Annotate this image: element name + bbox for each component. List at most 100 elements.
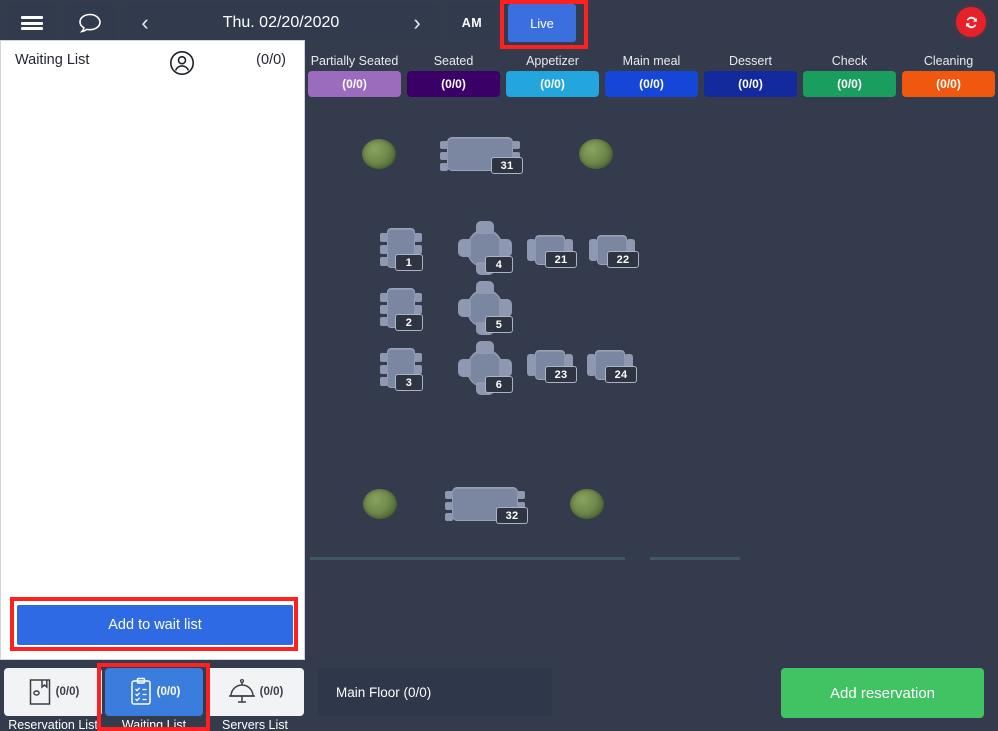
table-chair (499, 239, 512, 257)
nav-servers-list-button[interactable]: (0/0) (206, 668, 304, 716)
floor-table[interactable]: 31 (440, 137, 523, 174)
table-chair (380, 245, 388, 254)
refresh-button[interactable] (956, 7, 988, 39)
table-chair (380, 305, 388, 314)
nav-reservation-list-button[interactable]: (0/0) (4, 668, 102, 716)
table-chair (440, 141, 448, 149)
hamburger-menu-button[interactable] (6, 4, 58, 42)
floor-table[interactable]: 4 (458, 221, 513, 275)
hamburger-icon (21, 14, 43, 33)
status-count-badge: (0/0) (605, 71, 698, 97)
floor-table[interactable]: 2 (380, 288, 423, 331)
table-chair (499, 359, 512, 377)
ampm-toggle-button[interactable]: AM (446, 4, 498, 42)
plant-decoration (363, 489, 397, 519)
table-chair (458, 359, 471, 377)
table-number-badge: 31 (491, 157, 523, 174)
floor-table[interactable]: 22 (589, 235, 639, 268)
waiting-list-count: (0/0) (256, 52, 286, 68)
nav-reservation-list-label: Reservation List (8, 718, 98, 731)
clipboard-icon (130, 677, 151, 705)
table-chair (589, 239, 598, 261)
table-chair (476, 221, 494, 234)
table-chair (512, 141, 520, 149)
prev-day-button[interactable]: ‹ (122, 12, 168, 34)
table-number-badge: 22 (607, 251, 639, 268)
floor-table[interactable]: 21 (527, 235, 577, 268)
floor-table[interactable]: 6 (458, 341, 513, 395)
table-number-badge: 21 (545, 251, 577, 268)
status-check[interactable]: Check (0/0) (800, 46, 899, 97)
nav-waiting-list-button[interactable]: (0/0) (105, 668, 203, 716)
table-number-badge: 23 (545, 366, 577, 383)
status-main-meal[interactable]: Main meal (0/0) (602, 46, 701, 97)
status-label: Partially Seated (310, 54, 399, 68)
table-number-badge: 1 (395, 254, 423, 271)
table-chair (414, 293, 422, 302)
floor-table[interactable]: 24 (587, 350, 637, 383)
status-seated[interactable]: Seated (0/0) (404, 46, 503, 97)
status-count-badge: (0/0) (803, 71, 896, 97)
live-mode-button[interactable]: Live (508, 4, 576, 42)
floor-table[interactable]: 1 (380, 228, 423, 271)
floor-plan-canvas[interactable]: 31 1 4 21 22 2 5 3 6 23 24 32 (305, 102, 998, 660)
table-number-badge: 5 (485, 316, 513, 333)
status-partially-seated[interactable]: Partially Seated (0/0) (305, 46, 404, 97)
table-number-badge: 32 (496, 507, 528, 524)
table-chair (414, 353, 422, 362)
table-chair (440, 152, 448, 160)
bottom-bar: (0/0) Reservation List (0/0) Waiting Lis… (0, 660, 998, 731)
current-date-label[interactable]: Thu. 02/20/2020 (168, 14, 394, 32)
chat-button[interactable] (64, 4, 116, 42)
floor-table[interactable]: 23 (527, 350, 577, 383)
status-appetizer[interactable]: Appetizer (0/0) (503, 46, 602, 97)
table-chair (440, 163, 448, 171)
table-chair (380, 257, 388, 266)
table-chair (476, 281, 494, 294)
table-chair (499, 299, 512, 317)
refresh-sync-icon (965, 16, 977, 28)
waiting-list-items (1, 79, 304, 599)
status-filter-bar: Partially Seated (0/0) Seated (0/0) Appe… (305, 46, 998, 102)
status-label: Main meal (622, 54, 681, 68)
table-chair (380, 377, 388, 386)
table-chair (414, 233, 422, 242)
floor-table[interactable]: 5 (458, 281, 513, 335)
next-day-button[interactable]: › (394, 12, 440, 34)
table-chair (414, 365, 422, 374)
nav-count: (0/0) (55, 686, 80, 698)
status-count-badge: (0/0) (704, 71, 797, 97)
status-dessert[interactable]: Dessert (0/0) (701, 46, 800, 97)
nav-count: (0/0) (156, 686, 181, 698)
nav-count: (0/0) (259, 686, 284, 698)
table-number-badge: 4 (485, 256, 513, 273)
floor-wall (650, 557, 740, 560)
status-count-badge: (0/0) (407, 71, 500, 97)
waiting-list-title: Waiting List (15, 52, 90, 68)
table-chair (414, 305, 422, 314)
table-chair (476, 341, 494, 354)
status-count-badge: (0/0) (308, 71, 401, 97)
status-cleaning[interactable]: Cleaning (0/0) (899, 46, 998, 97)
plant-decoration (579, 139, 613, 169)
status-label: Dessert (728, 54, 773, 68)
table-chair (380, 353, 388, 362)
person-circle-icon[interactable] (169, 50, 195, 81)
table-chair (380, 233, 388, 242)
table-chair (380, 317, 388, 326)
floor-table[interactable]: 3 (380, 348, 423, 391)
table-chair (445, 491, 453, 499)
table-chair (380, 293, 388, 302)
floor-wall (310, 557, 625, 560)
floor-table[interactable]: 32 (445, 487, 528, 524)
floor-selector[interactable]: Main Floor (0/0) (318, 668, 552, 716)
add-to-wait-list-button[interactable]: Add to wait list (17, 605, 293, 645)
app-root: ‹ Thu. 02/20/2020 › AM Live Partially Se… (0, 0, 998, 731)
table-number-badge: 24 (605, 366, 637, 383)
table-chair (517, 491, 525, 499)
table-chair (458, 239, 471, 257)
add-reservation-button[interactable]: Add reservation (781, 668, 984, 718)
plant-decoration (570, 489, 604, 519)
waiting-list-panel: Waiting List (0/0) Add to wait list (0, 40, 305, 660)
table-number-badge: 2 (395, 314, 423, 331)
